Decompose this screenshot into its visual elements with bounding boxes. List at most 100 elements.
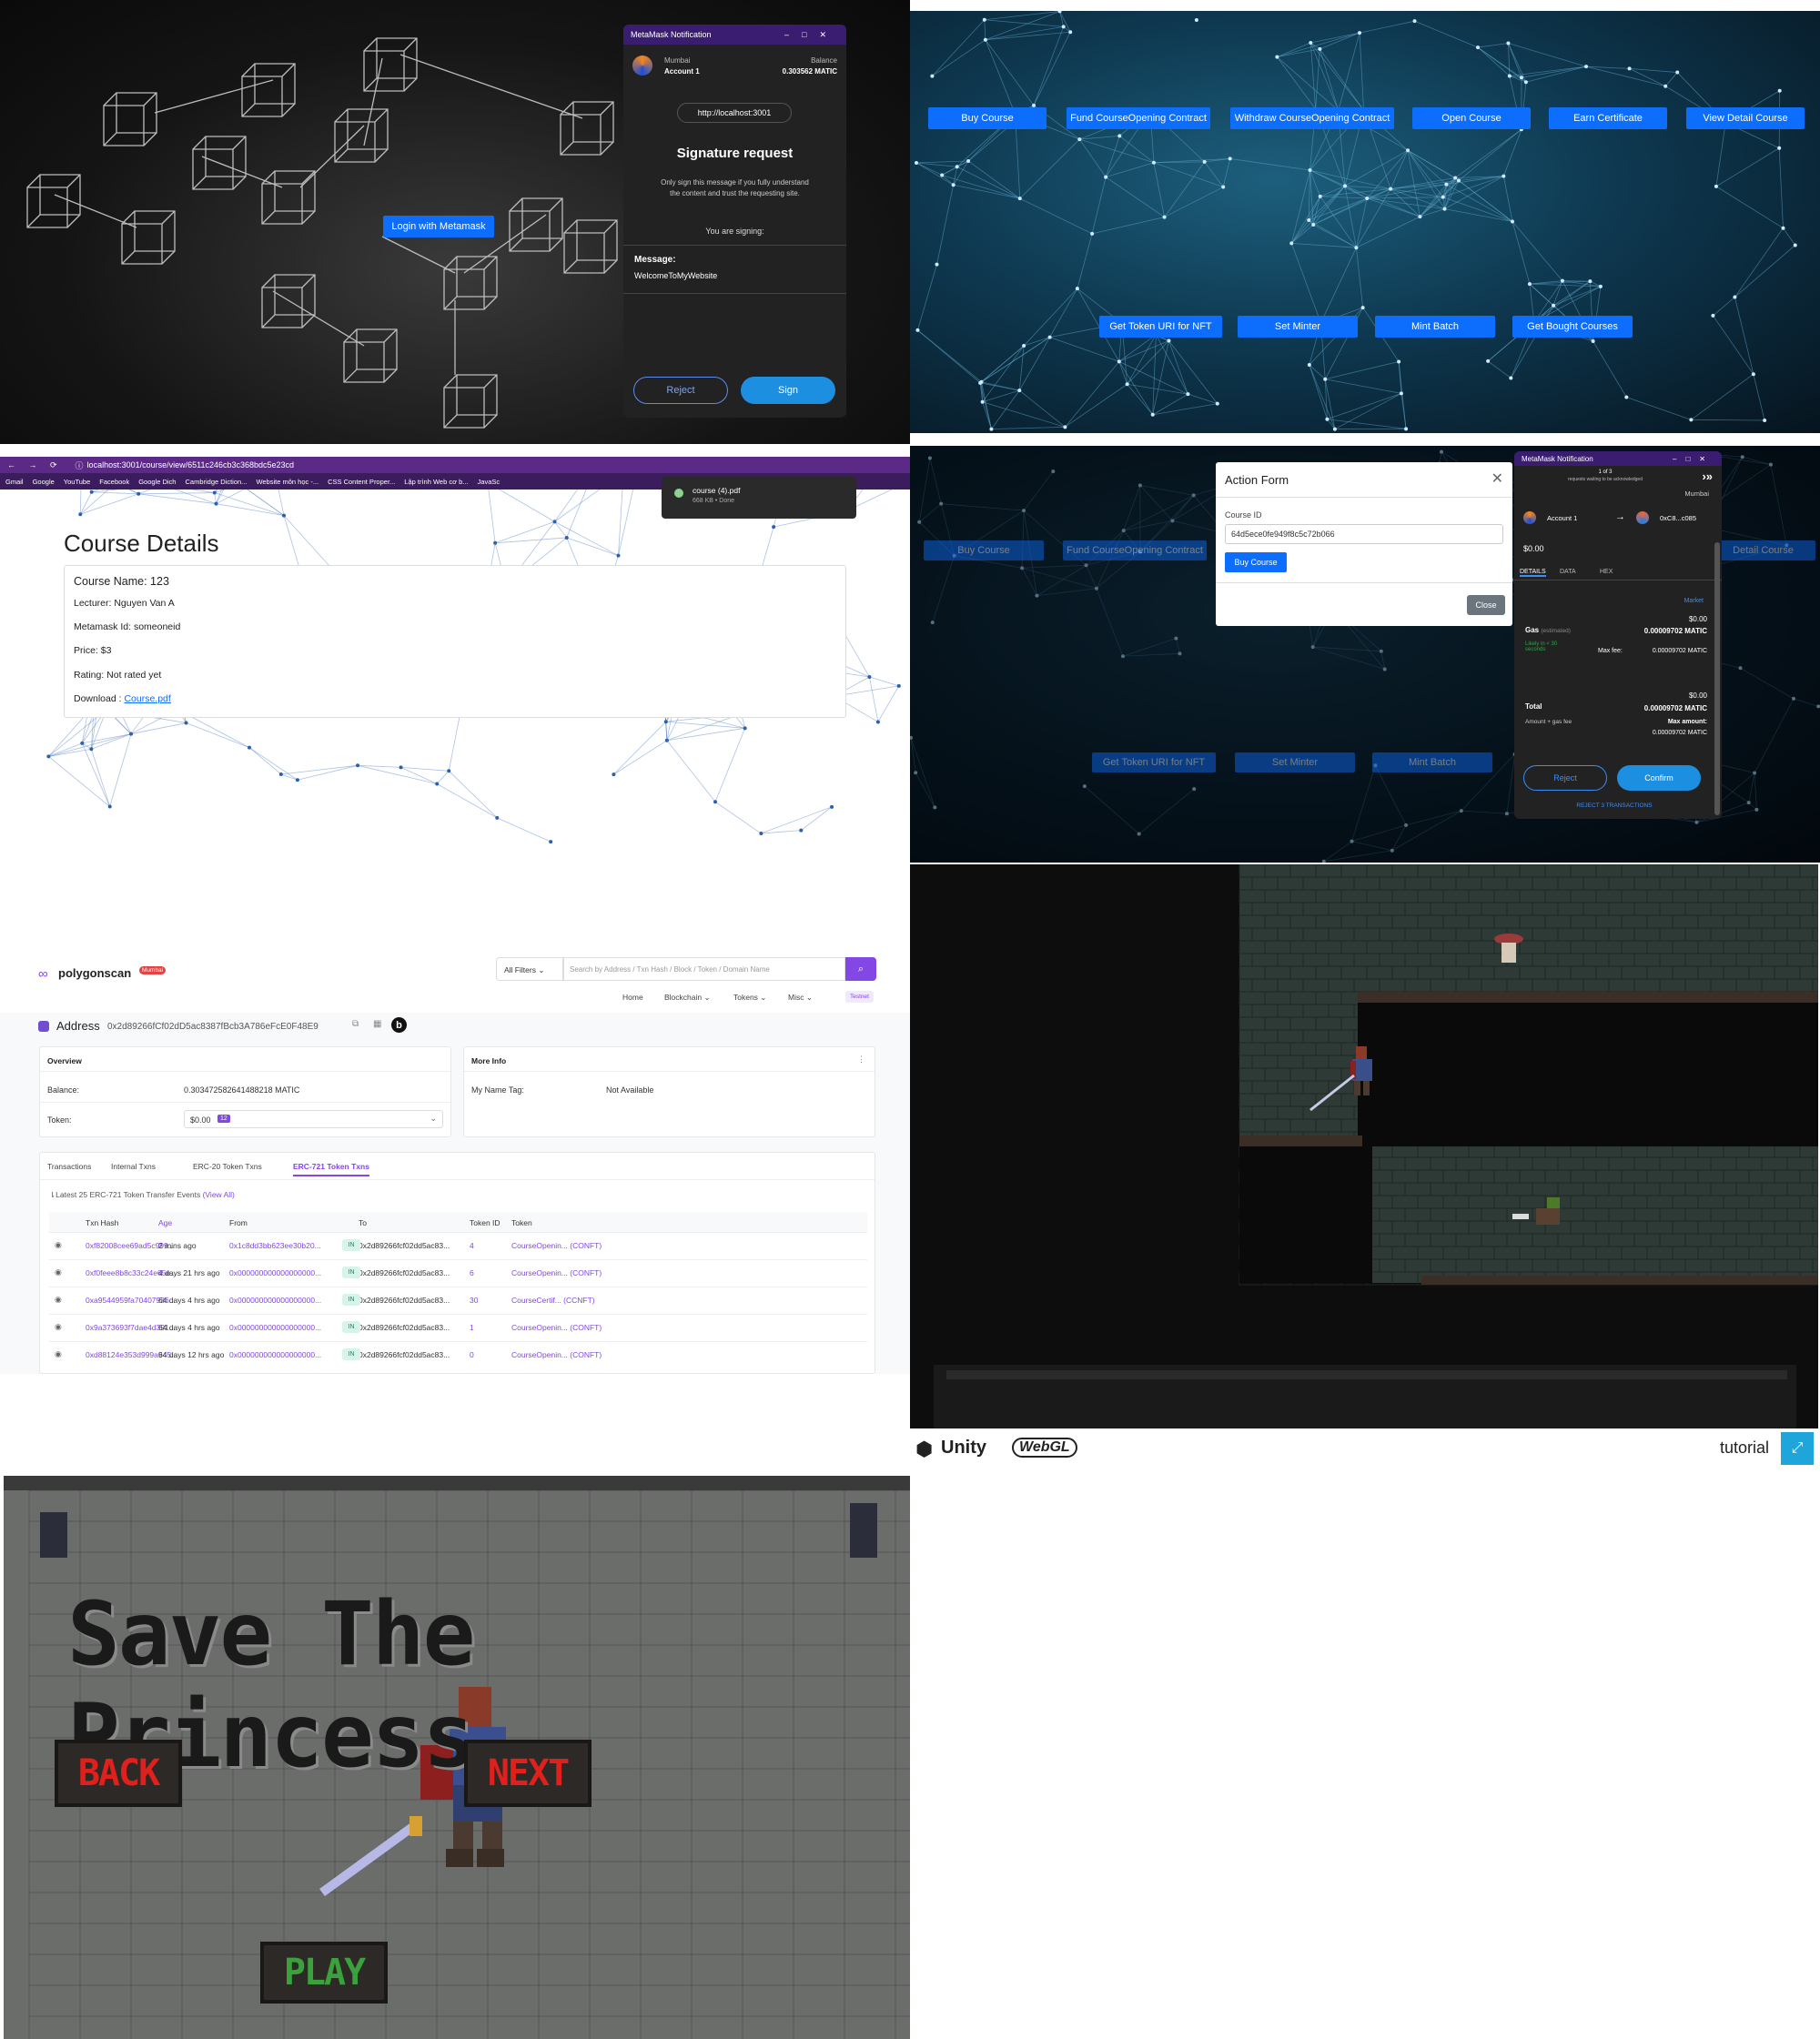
- mint-batch-button[interactable]: Mint Batch: [1375, 316, 1495, 338]
- view-detail-course-button[interactable]: View Detail Course: [1686, 107, 1805, 129]
- url-text[interactable]: localhost:3001/course/view/6511c246cb3c3…: [87, 460, 295, 469]
- mint-batch-button[interactable]: Mint Batch: [1372, 752, 1492, 772]
- confirm-button[interactable]: Confirm: [1617, 765, 1701, 791]
- search-icon[interactable]: ⌕: [845, 957, 876, 981]
- cell-from[interactable]: 0x1c8dd3bb623ee30b20...: [229, 1241, 321, 1250]
- next-request-icon[interactable]: ›»: [1702, 469, 1713, 483]
- bookmark-item[interactable]: YouTube: [64, 478, 90, 486]
- tab-transactions[interactable]: Transactions: [47, 1162, 91, 1171]
- set-minter-button[interactable]: Set Minter: [1238, 316, 1358, 338]
- column-header[interactable]: Age: [158, 1218, 172, 1227]
- bookmark-item[interactable]: Facebook: [99, 478, 129, 486]
- play-button[interactable]: PLAY: [260, 1942, 388, 2004]
- more-info-title: More Info: [471, 1056, 507, 1065]
- buy-course-submit[interactable]: Buy Course: [1225, 552, 1287, 572]
- search-input[interactable]: Search by Address / Txn Hash / Block / T…: [563, 957, 845, 981]
- cell-from[interactable]: 0x000000000000000000...: [229, 1323, 321, 1332]
- nav-misc[interactable]: Misc ⌄: [788, 993, 813, 1003]
- tab-hex[interactable]: HEX: [1600, 569, 1613, 575]
- eye-icon[interactable]: ◉: [55, 1240, 62, 1250]
- nav-home[interactable]: Home: [622, 993, 643, 1002]
- reject-button[interactable]: Reject: [633, 377, 728, 404]
- earn-certificate-button[interactable]: Earn Certificate: [1549, 107, 1667, 129]
- table-header: Txn Hash Age From To Token ID Token: [49, 1212, 867, 1232]
- market-link[interactable]: Market: [1684, 598, 1704, 604]
- cell-token[interactable]: CourseOpenin... (CONFT): [511, 1241, 602, 1250]
- tab-data[interactable]: DATA: [1560, 569, 1576, 575]
- get-token-uri-button[interactable]: Get Token URI for NFT: [1092, 752, 1216, 772]
- bookmark-item[interactable]: CSS Content Proper...: [328, 478, 395, 486]
- nav-arrows-icon[interactable]: ← → ⟳: [7, 460, 63, 470]
- nav-tokens[interactable]: Tokens ⌄: [733, 993, 766, 1003]
- cell-id[interactable]: 30: [470, 1296, 478, 1305]
- brand-name[interactable]: polygonscan: [58, 966, 131, 980]
- cell-from[interactable]: 0x000000000000000000...: [229, 1268, 321, 1277]
- close-button[interactable]: Close: [1467, 595, 1505, 615]
- window-controls[interactable]: –□✕: [1673, 455, 1714, 463]
- open-course-button[interactable]: Open Course: [1412, 107, 1531, 129]
- nav-blockchain[interactable]: Blockchain ⌄: [664, 993, 711, 1003]
- cell-token[interactable]: CourseOpenin... (CONFT): [511, 1323, 602, 1332]
- login-metamask-button[interactable]: Login with Metamask: [383, 216, 494, 237]
- bookmark-item[interactable]: Google: [33, 478, 55, 486]
- cell-id[interactable]: 6: [470, 1268, 474, 1277]
- window-controls[interactable]: –□✕: [784, 30, 839, 40]
- account-name: Account 1: [664, 67, 700, 76]
- download-popup[interactable]: course (4).pdf 668 KB • Done: [662, 477, 856, 519]
- fullscreen-icon[interactable]: ⤢: [1781, 1432, 1814, 1465]
- cell-id[interactable]: 4: [470, 1241, 474, 1250]
- cell-id[interactable]: 0: [470, 1350, 474, 1359]
- withdraw-courseopening-button[interactable]: Withdraw CourseOpening Contract: [1230, 107, 1394, 129]
- next-button[interactable]: NEXT: [464, 1740, 592, 1807]
- course-id-input[interactable]: 64d5ece0fe949f8c5c72b066: [1225, 524, 1503, 544]
- game-canvas[interactable]: [910, 864, 1820, 1428]
- fund-courseopening-button[interactable]: Fund CourseOpening Contract: [1063, 540, 1207, 560]
- max-fee-label: Max fee:: [1598, 648, 1623, 654]
- tab-erc-721-token-txns[interactable]: ERC-721 Token Txns: [293, 1162, 369, 1176]
- login-screen: Login with Metamask MetaMask Notificatio…: [0, 0, 910, 444]
- buy-course-button[interactable]: Buy Course: [928, 107, 1046, 129]
- reject-all-link[interactable]: REJECT 3 TRANSACTIONS: [1514, 802, 1714, 809]
- tab-details[interactable]: DETAILS: [1520, 569, 1546, 577]
- eye-icon[interactable]: ◉: [55, 1267, 62, 1277]
- bookmark-item[interactable]: Lập trình Web cơ b...: [404, 478, 468, 486]
- bookmark-item[interactable]: JavaSc: [478, 478, 500, 486]
- eye-icon[interactable]: ◉: [55, 1349, 62, 1359]
- token-dropdown[interactable]: $0.00 12 ⌄: [184, 1110, 443, 1128]
- set-minter-button[interactable]: Set Minter: [1235, 752, 1355, 772]
- bookmark-item[interactable]: Gmail: [5, 478, 24, 486]
- buy-course-button[interactable]: Buy Course: [924, 540, 1044, 560]
- cell-token[interactable]: CourseCertif... (CCNFT): [511, 1296, 595, 1305]
- metamask-signature-popup: MetaMask Notification –□✕ Mumbai Account…: [623, 25, 846, 418]
- bookmark-item[interactable]: Google Dich: [138, 478, 176, 486]
- blockscan-icon[interactable]: b: [391, 1017, 407, 1033]
- sign-button[interactable]: Sign: [741, 377, 835, 404]
- cell-token[interactable]: CourseOpenin... (CONFT): [511, 1268, 602, 1277]
- download-link[interactable]: Course.pdf: [124, 693, 170, 704]
- tab-internal-txns[interactable]: Internal Txns: [111, 1162, 156, 1171]
- cell-from[interactable]: 0x000000000000000000...: [229, 1296, 321, 1305]
- fund-courseopening-button[interactable]: Fund CourseOpening Contract: [1067, 107, 1210, 129]
- get-bought-courses-button[interactable]: Get Bought Courses: [1512, 316, 1633, 338]
- reject-button[interactable]: Reject: [1523, 765, 1607, 791]
- cell-from[interactable]: 0x000000000000000000...: [229, 1350, 321, 1359]
- more-options-icon[interactable]: ⋮: [857, 1055, 865, 1065]
- qr-icon[interactable]: ▦: [373, 1019, 381, 1029]
- view-detail-course-button[interactable]: Detail Course: [1711, 540, 1815, 560]
- tab-erc-20-token-txns[interactable]: ERC-20 Token Txns: [193, 1162, 262, 1171]
- close-icon[interactable]: ✕: [1491, 469, 1503, 488]
- metamask-title: MetaMask Notification: [1522, 454, 1593, 463]
- eye-icon[interactable]: ◉: [55, 1322, 62, 1332]
- copy-icon[interactable]: ⧉: [352, 1019, 359, 1029]
- bookmark-item[interactable]: Cambridge Diction...: [185, 478, 247, 486]
- cell-token[interactable]: CourseOpenin... (CONFT): [511, 1350, 602, 1359]
- filter-select[interactable]: All Filters ⌄: [496, 957, 563, 981]
- back-button[interactable]: BACK: [55, 1740, 182, 1807]
- cell-id[interactable]: 1: [470, 1323, 474, 1332]
- get-token-uri-button[interactable]: Get Token URI for NFT: [1099, 316, 1222, 338]
- bookmark-item[interactable]: Website môn học -...: [256, 478, 318, 486]
- scrollbar[interactable]: [1714, 542, 1720, 815]
- view-all-link[interactable]: (View All): [203, 1190, 235, 1199]
- eye-icon[interactable]: ◉: [55, 1295, 62, 1305]
- check-icon: [674, 489, 683, 498]
